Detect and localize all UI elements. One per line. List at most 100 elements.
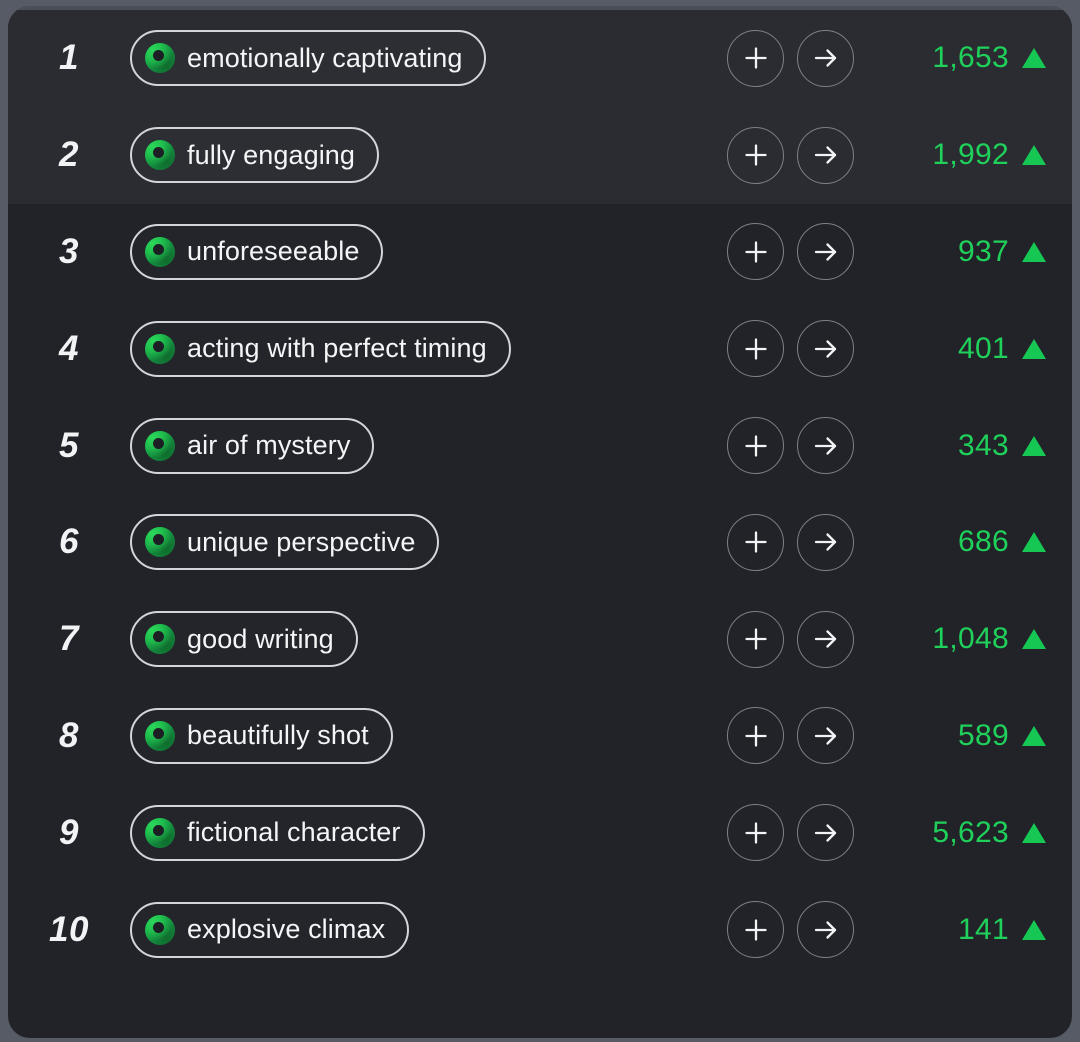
rank-number: 3 <box>59 231 79 271</box>
row-actions <box>727 417 854 475</box>
green-swirl-icon <box>145 527 175 558</box>
open-button[interactable] <box>797 223 854 281</box>
arrow-right-icon <box>814 920 836 939</box>
tag-label: explosive climax <box>187 914 386 945</box>
tag-pill-container: beautifully shot <box>130 707 727 764</box>
tag-pill[interactable]: beautifully shot <box>130 707 393 764</box>
tag-label: air of mystery <box>187 430 351 461</box>
rank-number: 10 <box>49 909 89 949</box>
add-button[interactable] <box>727 610 784 668</box>
tag-pill-container: acting with perfect timing <box>130 320 727 377</box>
tag-pill[interactable]: unique perspective <box>130 514 440 571</box>
add-button[interactable] <box>727 513 784 571</box>
tag-label: fictional character <box>187 817 401 848</box>
table-row[interactable]: 6 unique perspective 686 <box>8 493 1072 591</box>
tag-pill-container: fully engaging <box>130 127 727 184</box>
rank-number: 2 <box>59 135 79 175</box>
row-actions <box>727 513 854 571</box>
score-cell: 343 <box>902 428 1072 462</box>
open-button[interactable] <box>797 707 854 765</box>
tag-label: fully engaging <box>187 139 356 170</box>
score-value: 343 <box>958 428 1009 462</box>
row-actions <box>727 901 854 959</box>
tag-label: beautifully shot <box>187 720 369 751</box>
score-value: 686 <box>958 525 1009 559</box>
table-row[interactable]: 10 explosive climax 141 <box>8 881 1072 978</box>
table-row[interactable]: 4 acting with perfect timing 401 <box>8 300 1072 398</box>
arrow-right-icon <box>814 146 836 164</box>
tag-label: unique perspective <box>187 526 416 557</box>
tag-pill-container: unique perspective <box>130 514 727 571</box>
add-button[interactable] <box>727 417 784 475</box>
open-button[interactable] <box>797 417 854 475</box>
score-cell: 686 <box>902 527 1072 557</box>
arrow-right-icon <box>814 630 836 648</box>
open-button[interactable] <box>797 610 854 668</box>
open-button[interactable] <box>797 901 854 959</box>
open-button[interactable] <box>797 29 854 87</box>
tag-pill[interactable]: explosive climax <box>130 901 410 958</box>
tag-pill-container: fictional character <box>130 804 727 861</box>
open-button[interactable] <box>797 804 854 862</box>
row-actions <box>727 804 854 862</box>
table-row[interactable]: 8 beautifully shot 589 <box>8 687 1072 785</box>
rank-number: 7 <box>59 619 79 659</box>
green-swirl-icon <box>145 624 175 655</box>
arrow-right-icon <box>814 340 836 358</box>
tag-pill[interactable]: unforeseeable <box>130 223 384 280</box>
row-actions <box>727 223 854 281</box>
ranking-list: 1 emotionally captivating 1,653 2 fully enga… <box>8 10 1072 978</box>
table-row[interactable]: 9 fictional character 5,623 <box>8 784 1072 882</box>
tag-pill[interactable]: emotionally captivating <box>130 30 487 87</box>
open-button[interactable] <box>797 513 854 571</box>
plus-icon <box>744 144 767 166</box>
add-button[interactable] <box>727 707 784 765</box>
rank-number: 1 <box>59 38 79 78</box>
arrow-right-icon <box>814 49 836 68</box>
tag-pill[interactable]: air of mystery <box>130 417 375 474</box>
green-swirl-icon <box>145 430 175 461</box>
add-button[interactable] <box>727 320 784 378</box>
score-cell: 5,623 <box>902 817 1072 848</box>
green-swirl-icon <box>145 333 175 364</box>
arrow-right-icon <box>814 727 836 745</box>
add-button[interactable] <box>727 29 784 87</box>
arrow-right-icon <box>814 243 836 261</box>
table-row[interactable]: 3 unforeseeable 937 <box>8 203 1072 301</box>
tag-pill[interactable]: fictional character <box>130 804 425 861</box>
score-cell: 1,992 <box>902 140 1072 170</box>
score-value: 1,653 <box>932 41 1009 75</box>
score-cell: 401 <box>902 333 1072 364</box>
tag-pill[interactable]: good writing <box>130 611 358 668</box>
tag-pill[interactable]: fully engaging <box>130 127 380 184</box>
tag-pill-container: air of mystery <box>130 417 727 474</box>
add-button[interactable] <box>727 804 784 862</box>
triangle-up-icon <box>1022 241 1046 262</box>
table-row[interactable]: 7 good writing 1,048 <box>8 590 1072 688</box>
open-button[interactable] <box>797 320 854 378</box>
row-actions <box>727 29 854 87</box>
table-row[interactable]: 5 air of mystery 343 <box>8 397 1072 494</box>
open-button[interactable] <box>797 126 854 184</box>
tag-pill[interactable]: acting with perfect timing <box>130 320 511 377</box>
score-cell: 1,048 <box>902 624 1072 654</box>
row-actions <box>727 126 854 184</box>
green-swirl-icon <box>145 720 175 751</box>
add-button[interactable] <box>727 223 784 281</box>
add-button[interactable] <box>727 901 784 959</box>
score-cell: 589 <box>902 720 1072 751</box>
add-button[interactable] <box>727 126 784 184</box>
table-row[interactable]: 1 emotionally captivating 1,653 <box>8 10 1072 107</box>
triangle-up-icon <box>1022 145 1046 166</box>
plus-icon <box>744 725 767 747</box>
tag-pill-container: good writing <box>130 611 727 668</box>
rank-number: 9 <box>59 812 79 852</box>
green-swirl-icon <box>145 140 175 171</box>
green-swirl-icon <box>145 236 175 267</box>
arrow-right-icon <box>814 824 836 842</box>
plus-icon <box>744 434 767 457</box>
plus-icon <box>744 628 767 650</box>
score-value: 1,992 <box>932 138 1009 172</box>
table-row[interactable]: 2 fully engaging 1,992 <box>8 106 1072 204</box>
row-actions <box>727 707 854 765</box>
